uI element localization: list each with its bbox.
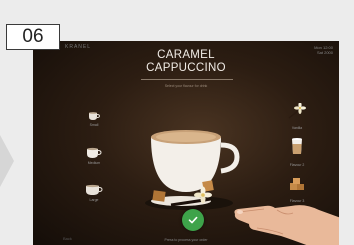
- size-option-medium[interactable]: Medium: [83, 147, 105, 165]
- size-label-medium: Medium: [87, 161, 101, 165]
- drink-title-line-1: CARAMEL: [157, 49, 215, 61]
- size-label-large: Large: [89, 198, 99, 202]
- caramel-cubes-icon: [290, 178, 304, 190]
- press-hint: Press to process your order: [164, 238, 208, 242]
- navigation-arrow: [0, 135, 14, 187]
- size-option-large[interactable]: Large: [83, 184, 105, 202]
- drink-subtitle: Select your flavour for drink: [164, 84, 208, 88]
- size-option-small[interactable]: Small: [83, 111, 105, 127]
- medium-cup-icon: [87, 147, 102, 158]
- large-cup-icon: [86, 184, 103, 195]
- flavor-label-2: Flavour 2: [289, 163, 305, 167]
- cappuccino-cup-illustration: [145, 130, 240, 210]
- title-divider: [141, 79, 233, 80]
- flavor-label-vanilla: Vanilla: [291, 126, 303, 130]
- flavor-option-2[interactable]: Flavour 2: [285, 136, 309, 167]
- checkmark-icon: [188, 216, 198, 224]
- milk-glass-icon: [292, 138, 302, 154]
- coffee-machine-screen: KRANEL Mon 12:00 Sat 2000 CARAMEL CAPPUC…: [33, 41, 339, 245]
- confirm-order-button[interactable]: [182, 209, 204, 231]
- flavor-option-vanilla[interactable]: Vanilla: [285, 102, 309, 130]
- step-number-badge: 06: [6, 24, 60, 50]
- small-cup-icon: [89, 112, 100, 120]
- drink-title: CARAMEL CAPPUCCINO: [33, 49, 339, 75]
- drink-title-line-2: CAPPUCCINO: [146, 62, 226, 74]
- flavor-option-3[interactable]: Flavour 3: [285, 176, 309, 203]
- vanilla-flower-icon: [288, 102, 306, 119]
- size-label-small: Small: [89, 123, 99, 127]
